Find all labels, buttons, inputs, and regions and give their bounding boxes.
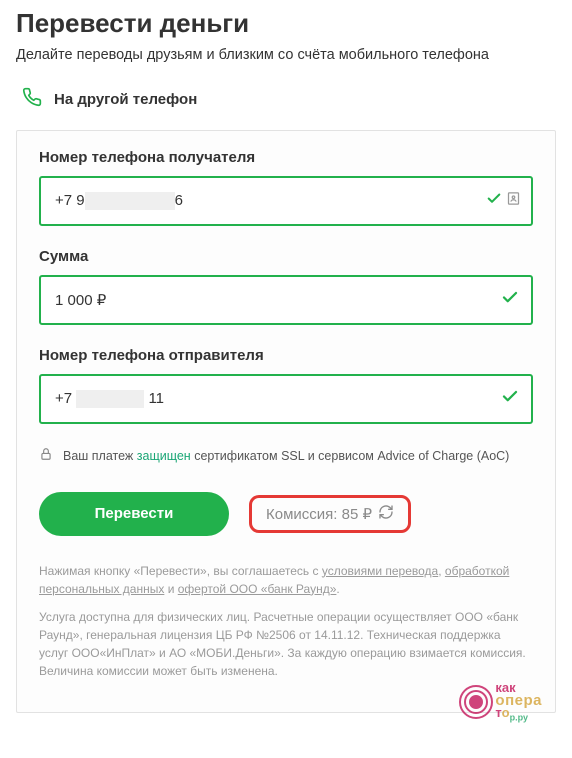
- legal-disclaimer: Услуга доступна для физических лиц. Расч…: [39, 608, 533, 680]
- recipient-value: +7 96: [55, 192, 183, 210]
- amount-input[interactable]: 1 000 ₽: [39, 275, 533, 325]
- phone-icon: [22, 87, 42, 112]
- sender-label: Номер телефона отправителя: [39, 347, 533, 364]
- commission-badge: Комиссия: 85 ₽: [249, 495, 411, 533]
- lock-icon: [39, 446, 53, 468]
- transfer-button[interactable]: Перевести: [39, 492, 229, 536]
- valid-check-icon: [486, 191, 502, 212]
- page-subtitle: Делайте переводы друзьям и близким со сч…: [16, 47, 556, 63]
- transfer-form: Номер телефона получателя +7 96 Сумма 1 …: [16, 130, 556, 713]
- contacts-icon[interactable]: [506, 190, 521, 213]
- commission-text: Комиссия: 85 ₽: [266, 505, 372, 523]
- sender-input[interactable]: +7 11: [39, 374, 533, 424]
- sender-value: +7 11: [55, 390, 164, 408]
- tab-other-phone[interactable]: На другой телефон: [22, 87, 556, 112]
- amount-value: 1 000 ₽: [55, 291, 106, 309]
- tab-label: На другой телефон: [54, 91, 197, 108]
- recipient-label: Номер телефона получателя: [39, 149, 533, 166]
- page-title: Перевести деньги: [16, 8, 556, 39]
- amount-label: Сумма: [39, 248, 533, 265]
- legal-link-terms[interactable]: условиями перевода: [322, 564, 438, 578]
- security-link[interactable]: защищен: [137, 449, 191, 463]
- legal-agreement: Нажимая кнопку «Перевести», вы соглашает…: [39, 562, 533, 598]
- valid-check-icon: [501, 388, 519, 411]
- legal-link-offer[interactable]: офертой ООО «банк Раунд»: [178, 582, 337, 596]
- recipient-input[interactable]: +7 96: [39, 176, 533, 226]
- refresh-icon[interactable]: [378, 504, 394, 524]
- action-row: Перевести Комиссия: 85 ₽: [39, 492, 533, 536]
- valid-check-icon: [501, 289, 519, 312]
- security-notice: Ваш платеж защищен сертификатом SSL и се…: [39, 446, 533, 468]
